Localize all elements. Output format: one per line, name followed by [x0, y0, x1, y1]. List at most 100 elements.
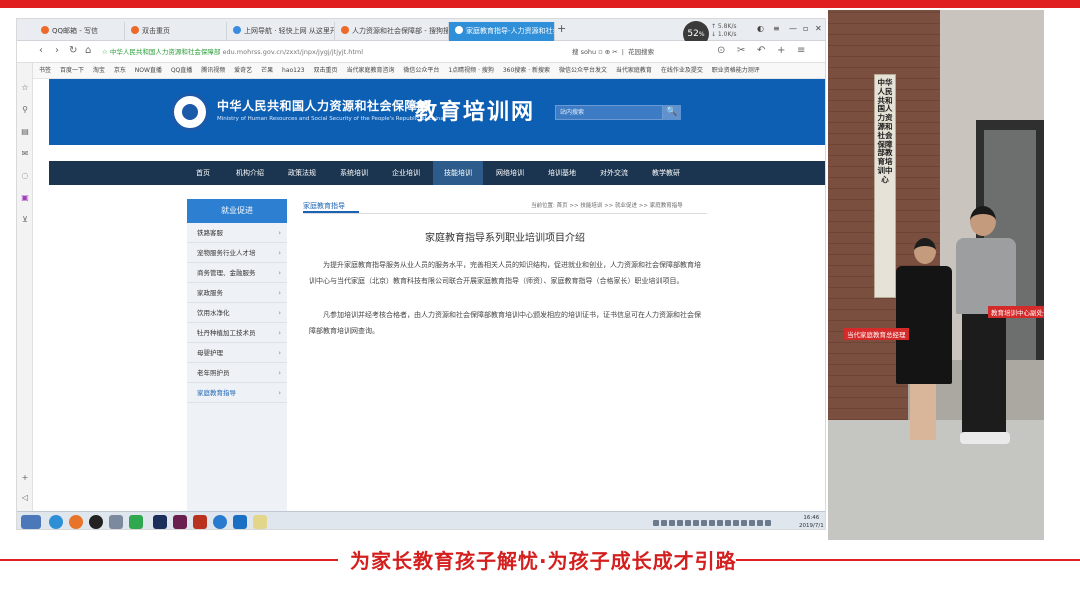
sidebar-item-maternal[interactable]: 母婴护理 ›	[187, 343, 287, 363]
menu-icon[interactable]: ≡	[773, 24, 780, 33]
slogan-line-right	[736, 559, 1080, 561]
bookmark-item[interactable]: 微信公众平台发文	[559, 67, 607, 74]
browser-tab-active[interactable]: 家庭教育指导-人力资源和社会保障部 ×	[449, 22, 555, 41]
cart-icon[interactable]: ⊻	[20, 215, 30, 225]
article-paragraph-1: 为提升家庭教育指导服务从业人员的服务水平，完善相关人员的知识结构，促进就业和创业…	[309, 261, 701, 285]
mail-icon[interactable]: ✉	[20, 149, 30, 159]
left-sidebar-rail: ☆ ⚲ ▤ ✉ ◌ ▣ ⊻ + ◁	[17, 63, 33, 511]
tool-icon[interactable]	[109, 515, 123, 529]
new-tab-button[interactable]: +	[557, 22, 566, 35]
content-tab[interactable]: 家庭教育指导	[303, 199, 359, 213]
site-search-button[interactable]: 🔍	[663, 105, 681, 120]
ie-icon[interactable]	[213, 515, 227, 529]
sidebar-item-family-education[interactable]: 家庭教育指导 ›	[187, 383, 287, 403]
nav-online-training[interactable]: 网络培训	[485, 161, 535, 185]
minimize-icon[interactable]: —	[789, 24, 797, 33]
caption-left: 当代家庭教育总经理	[844, 328, 909, 340]
note-icon[interactable]: ▤	[20, 127, 30, 137]
search-mini[interactable]: 搜 sohu ▫ ⊕ ✂ | 花园搜索	[572, 45, 654, 59]
add-icon[interactable]: +	[20, 473, 30, 483]
chat-icon[interactable]: ◌	[20, 171, 30, 181]
firefox-icon[interactable]	[69, 515, 83, 529]
bookmark-item[interactable]: 1点睛视频 · 搜狗	[448, 67, 494, 74]
undo-icon[interactable]: ↶	[757, 45, 765, 56]
bookmark-item[interactable]: QQ直播	[171, 67, 192, 74]
bookmark-item[interactable]: 双击重页	[314, 67, 338, 74]
nav-skill-training[interactable]: 技能培训	[433, 161, 483, 185]
sidebar-item-pet[interactable]: 宠物服务行业人才培 ›	[187, 243, 287, 263]
ext-icon[interactable]: ⊙	[717, 45, 725, 56]
clock[interactable]: 16:46 2019/7/1	[799, 514, 824, 529]
browser-app-icon[interactable]	[49, 515, 63, 529]
chevron-right-icon: ›	[278, 289, 281, 297]
bookmark-item[interactable]: 百度一下	[60, 67, 84, 74]
nav-enterprise-training[interactable]: 企业培训	[381, 161, 431, 185]
nav-policy[interactable]: 政策法规	[277, 161, 327, 185]
sidebar-item-housekeeping[interactable]: 家政服务 ›	[187, 283, 287, 303]
skin-icon[interactable]: ◐	[757, 24, 764, 33]
star-icon[interactable]: ☆	[20, 83, 30, 93]
bookmark-item[interactable]: 京东	[114, 67, 126, 74]
settings-menu-icon[interactable]: ≡	[797, 45, 805, 56]
collapse-icon[interactable]: ◁	[20, 493, 30, 503]
bookmark-item[interactable]: 职业资格能力测评	[712, 67, 760, 74]
forward-icon[interactable]: ›	[55, 45, 59, 56]
app-folder-icon[interactable]	[253, 515, 267, 529]
bookmark-item[interactable]: 书签	[39, 67, 51, 74]
qq-icon[interactable]	[89, 515, 103, 529]
nav-system-training[interactable]: 系统培训	[329, 161, 379, 185]
chevron-right-icon: ›	[278, 309, 281, 317]
app-u-icon[interactable]	[233, 515, 247, 529]
bookmark-item[interactable]: hao123	[282, 67, 305, 74]
search-icon[interactable]: ⚲	[20, 105, 30, 115]
nav-home[interactable]: 首页	[183, 161, 223, 185]
app-red-icon[interactable]	[193, 515, 207, 529]
sidebar-item-water[interactable]: 饮用水净化 ›	[187, 303, 287, 323]
bookmark-item[interactable]: 爱奇艺	[234, 67, 252, 74]
url-input[interactable]: ☆ 中华人民共和国人力资源和社会保障部 edu.mohrss.gov.cn/zx…	[102, 45, 552, 59]
sidebar-item-peony[interactable]: 牡丹种植加工技术员 ›	[187, 323, 287, 343]
sidebar-item-railway[interactable]: 铁路客服 ›	[187, 223, 287, 243]
wechat-icon[interactable]	[129, 515, 143, 529]
tab-favicon-icon	[341, 26, 349, 34]
bookmark-item[interactable]: 360搜索 · 新搜索	[503, 67, 550, 74]
nav-training-base[interactable]: 培训基地	[537, 161, 587, 185]
sidebar-item-business[interactable]: 商务管理、金融服务 ›	[187, 263, 287, 283]
browser-window: QQ邮箱 - 写信 双击重页 上网导航 · 轻快上网 从这里开始 人力资源和社会…	[16, 18, 826, 530]
photoshop-icon[interactable]	[153, 515, 167, 529]
web-page: 中华人民共和国人力资源和社会保障部 Ministry of Human Reso…	[33, 79, 825, 511]
system-tray	[653, 518, 793, 526]
bookmark-item[interactable]: 当代家庭教育咨询	[346, 67, 394, 74]
home-icon[interactable]: ⌂	[85, 45, 91, 56]
close-icon[interactable]: ✕	[815, 24, 822, 33]
start-icon[interactable]	[21, 515, 41, 529]
maximize-icon[interactable]: ▫	[803, 24, 808, 33]
browser-tab-3[interactable]: 上网导航 · 轻快上网 从这里开始	[227, 22, 335, 41]
bookmark-item[interactable]: 腾讯视频	[201, 67, 225, 74]
back-icon[interactable]: ‹	[39, 45, 43, 56]
bookmark-item[interactable]: 芒果	[261, 67, 273, 74]
person-right	[952, 206, 1016, 468]
sidebar-item-elderly[interactable]: 老年照护员 ›	[187, 363, 287, 383]
tab-favicon-icon	[131, 26, 139, 34]
nav-org[interactable]: 机构介绍	[225, 161, 275, 185]
nav-foreign-exchange[interactable]: 对外交流	[589, 161, 639, 185]
bookmark-item[interactable]: 微信公众平台	[403, 67, 439, 74]
refresh-icon[interactable]: ↻	[69, 45, 77, 56]
site-search-input[interactable]: 站内搜索	[555, 105, 663, 120]
app-icon[interactable]: ▣	[20, 193, 30, 203]
tab-favicon-icon	[455, 26, 463, 34]
bookmark-item[interactable]: 在线作业及提交	[661, 67, 703, 74]
browser-tab-4[interactable]: 人力资源和社会保障部 - 搜狗搜索	[335, 22, 449, 41]
add-icon[interactable]: +	[777, 45, 785, 56]
bookmark-item[interactable]: 淘宝	[93, 67, 105, 74]
browser-tab-2[interactable]: 双击重页	[125, 22, 227, 41]
indesign-icon[interactable]	[173, 515, 187, 529]
nav-teaching-research[interactable]: 教学教研	[641, 161, 691, 185]
speed-info: ↑ 5.8K/s ↓ 1.0K/s	[711, 23, 737, 38]
cut-icon[interactable]: ✂	[737, 45, 745, 56]
browser-tab-1[interactable]: QQ邮箱 - 写信	[35, 22, 125, 41]
main-nav: 首页 机构介绍 政策法规 系统培训 企业培训 技能培训 网络培训 培训基地 对外…	[49, 161, 825, 185]
bookmark-item[interactable]: NOW直播	[135, 67, 162, 74]
bookmark-item[interactable]: 当代家庭教育	[616, 67, 652, 74]
